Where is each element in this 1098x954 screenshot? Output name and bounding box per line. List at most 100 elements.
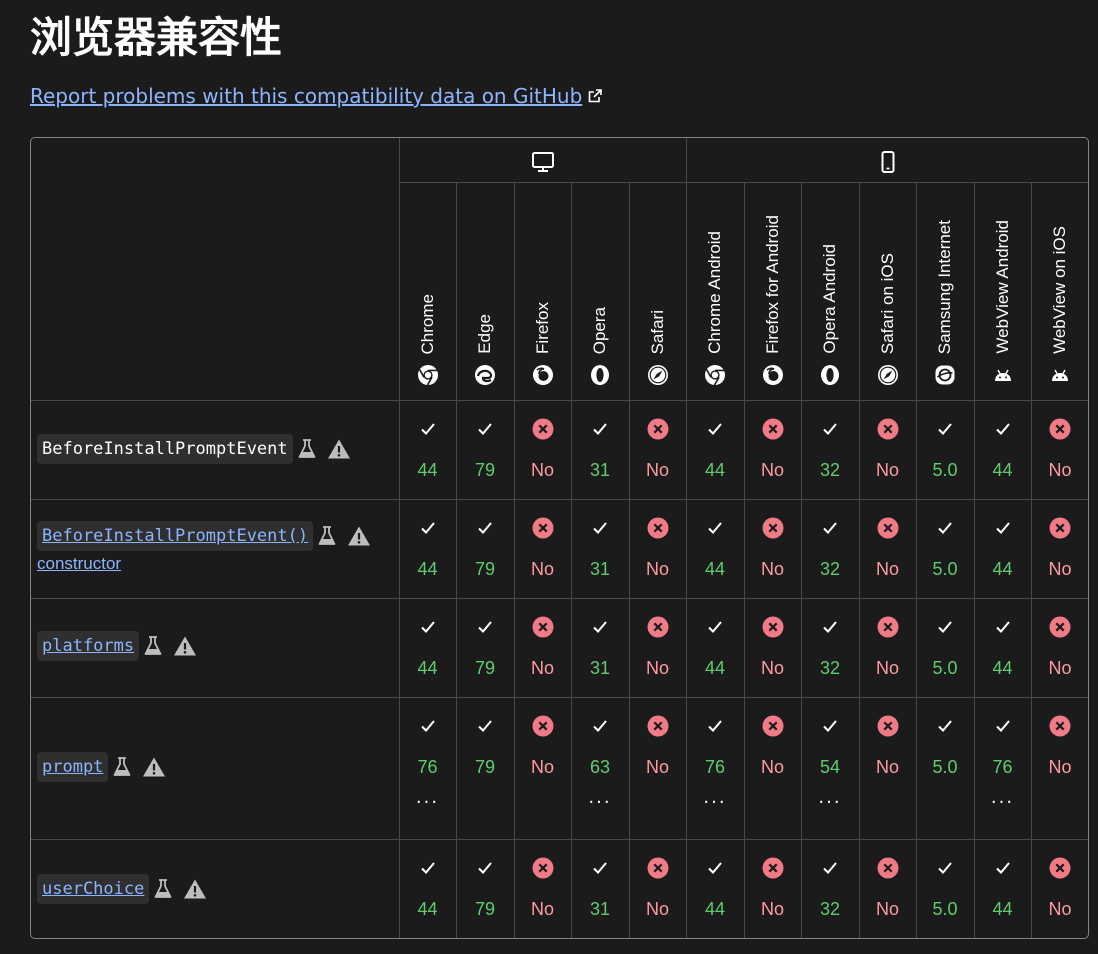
support-cell[interactable]: 5.0 <box>916 857 974 920</box>
support-cell[interactable]: 44 <box>974 418 1031 481</box>
support-cell[interactable]: 5.0 <box>916 715 974 778</box>
support-cell[interactable]: No <box>859 857 916 920</box>
support-cell[interactable]: 31 <box>571 857 629 920</box>
feature-name-cell: userChoice <box>37 874 395 904</box>
support-cell[interactable]: No <box>744 715 801 778</box>
support-cell[interactable]: 79 <box>456 517 514 580</box>
supported-check-icon <box>474 857 496 879</box>
support-cell[interactable]: 44 <box>686 418 744 481</box>
support-cell[interactable]: No <box>859 616 916 679</box>
support-cell[interactable]: 79 <box>456 418 514 481</box>
support-cell[interactable]: 54 ··· <box>801 715 859 812</box>
support-cell[interactable]: No <box>514 715 571 778</box>
feature-name[interactable]: BeforeInstallPromptEvent() <box>37 521 314 551</box>
support-cell[interactable]: No <box>1031 857 1088 920</box>
support-version: 32 <box>819 559 841 579</box>
browser-header: Safari <box>629 183 686 400</box>
support-cell[interactable]: No <box>744 616 801 679</box>
support-cell[interactable]: No <box>744 418 801 481</box>
support-cell[interactable]: 76 ··· <box>686 715 744 812</box>
support-cell[interactable]: No <box>1031 517 1088 580</box>
support-cell[interactable]: No <box>629 857 686 920</box>
mobile-icon <box>875 150 901 174</box>
support-cell[interactable]: No <box>1031 418 1088 481</box>
support-cell[interactable]: 44 <box>399 616 456 679</box>
feature-name[interactable]: platforms <box>37 631 140 661</box>
support-cell[interactable]: No <box>859 715 916 778</box>
support-cell[interactable]: 5.0 <box>916 616 974 679</box>
support-cell[interactable]: 44 <box>686 857 744 920</box>
feature-name-cell: BeforeInstallPromptEvent <box>37 434 395 464</box>
support-version: 79 <box>474 559 496 579</box>
browser-name: Firefox for Android <box>762 215 782 354</box>
unsupported-cross-icon <box>762 517 784 539</box>
support-cell[interactable]: 31 <box>571 418 629 481</box>
support-cell[interactable]: No <box>514 857 571 920</box>
support-cell[interactable]: 76 ··· <box>399 715 456 812</box>
support-cell[interactable]: 44 <box>974 517 1031 580</box>
support-cell[interactable]: No <box>514 418 571 481</box>
feature-name-suffix-link[interactable]: constructor <box>37 553 395 575</box>
support-version: No <box>875 559 899 579</box>
support-cell[interactable]: No <box>629 517 686 580</box>
grid-line-vertical <box>686 138 687 183</box>
browser-header: WebView Android <box>974 183 1031 400</box>
support-cell[interactable]: 5.0 <box>916 418 974 481</box>
support-cell[interactable]: 44 <box>686 517 744 580</box>
supported-check-icon <box>417 715 439 737</box>
support-cell[interactable]: No <box>629 616 686 679</box>
support-cell[interactable]: No <box>744 517 801 580</box>
support-cell[interactable]: 44 <box>399 517 456 580</box>
support-cell[interactable]: 79 <box>456 715 514 778</box>
support-cell[interactable]: No <box>629 715 686 778</box>
support-version: 32 <box>819 658 841 678</box>
support-cell[interactable]: 32 <box>801 418 859 481</box>
supported-check-icon <box>589 418 611 440</box>
support-version: 31 <box>589 559 611 579</box>
browser-header: Opera Android <box>801 183 859 400</box>
support-version: 32 <box>819 899 841 919</box>
support-cell[interactable]: 32 <box>801 857 859 920</box>
support-cell[interactable]: 63 ··· <box>571 715 629 813</box>
feature-name-cell: prompt <box>37 752 395 782</box>
support-cell[interactable]: 31 <box>571 517 629 580</box>
support-cell[interactable]: 32 <box>801 616 859 679</box>
support-cell[interactable]: 32 <box>801 517 859 580</box>
support-cell[interactable]: No <box>859 517 916 580</box>
more-details-indicator: ··· <box>588 792 612 813</box>
browser-name: WebView Android <box>992 220 1012 354</box>
support-cell[interactable]: 44 <box>974 616 1031 679</box>
unsupported-cross-icon <box>877 715 899 737</box>
support-cell[interactable]: 44 <box>399 418 456 481</box>
firefox-icon <box>532 364 554 386</box>
browser-header: Chrome Android <box>686 183 744 400</box>
support-version: No <box>875 460 899 480</box>
support-cell[interactable]: No <box>629 418 686 481</box>
support-version: No <box>530 460 554 480</box>
support-cell[interactable]: 44 <box>974 857 1031 920</box>
support-cell[interactable]: No <box>514 517 571 580</box>
feature-name[interactable]: prompt <box>37 752 109 782</box>
report-problems-link[interactable]: Report problems with this compatibility … <box>30 82 603 110</box>
support-cell[interactable]: No <box>1031 616 1088 679</box>
unsupported-cross-icon <box>647 418 669 440</box>
support-version: No <box>760 899 784 919</box>
support-cell[interactable]: 31 <box>571 616 629 679</box>
chrome-icon <box>417 364 439 386</box>
support-cell[interactable]: 44 <box>686 616 744 679</box>
support-cell[interactable]: No <box>1031 715 1088 778</box>
support-cell[interactable]: 76 ··· <box>974 715 1031 812</box>
unsupported-cross-icon <box>762 616 784 638</box>
support-cell[interactable]: No <box>859 418 916 481</box>
support-cell[interactable]: 79 <box>456 616 514 679</box>
support-cell[interactable]: No <box>744 857 801 920</box>
support-cell[interactable]: No <box>514 616 571 679</box>
support-version: 5.0 <box>932 757 958 777</box>
support-cell[interactable]: 5.0 <box>916 517 974 580</box>
support-cell[interactable]: 79 <box>456 857 514 920</box>
supported-check-icon <box>589 616 611 638</box>
support-cell[interactable]: 44 <box>399 857 456 920</box>
unsupported-cross-icon <box>1049 715 1071 737</box>
support-version: No <box>530 559 554 579</box>
feature-name[interactable]: userChoice <box>37 874 150 904</box>
